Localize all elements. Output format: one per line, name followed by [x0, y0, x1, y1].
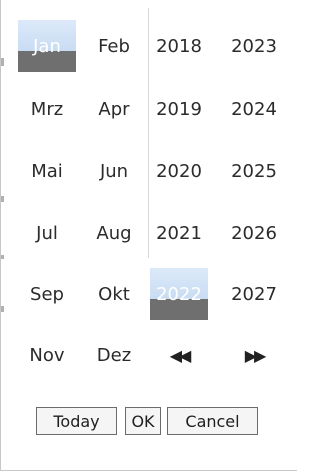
- year-label: 2021: [156, 222, 202, 244]
- month-label: Mai: [31, 160, 63, 182]
- month-label: Apr: [98, 98, 130, 120]
- year-2026[interactable]: 2026: [225, 207, 283, 259]
- month-dez[interactable]: Dez: [85, 329, 143, 381]
- month-label: Jun: [99, 160, 129, 182]
- year-label: 2018: [156, 35, 202, 57]
- today-button[interactable]: Today: [36, 407, 117, 435]
- previous-years-button[interactable]: ◀◀: [150, 329, 208, 381]
- month-label: Jan: [33, 35, 61, 57]
- year-label: 2023: [231, 35, 277, 57]
- month-jun[interactable]: Jun: [85, 145, 143, 197]
- edge-artifact: [1, 255, 4, 259]
- month-label: Jul: [36, 222, 58, 244]
- month-year-picker: Jan Feb Mrz Apr Mai Jun Jul Aug Sep Okt …: [0, 0, 297, 471]
- year-label: 2020: [156, 160, 202, 182]
- month-apr[interactable]: Apr: [85, 83, 143, 135]
- month-year-divider: [148, 8, 149, 258]
- year-2022[interactable]: 2022: [150, 268, 208, 320]
- month-mai[interactable]: Mai: [18, 145, 76, 197]
- year-2020[interactable]: 2020: [150, 145, 208, 197]
- year-2018[interactable]: 2018: [150, 20, 208, 72]
- year-label: 2019: [156, 98, 202, 120]
- month-label: Sep: [30, 283, 64, 305]
- month-aug[interactable]: Aug: [85, 207, 143, 259]
- next-years-button[interactable]: ▶▶: [225, 329, 283, 381]
- month-jul[interactable]: Jul: [18, 207, 76, 259]
- year-label: 2027: [231, 283, 277, 305]
- year-2019[interactable]: 2019: [150, 83, 208, 135]
- month-jan[interactable]: Jan: [18, 20, 76, 72]
- month-sep[interactable]: Sep: [18, 268, 76, 320]
- year-label: 2026: [231, 222, 277, 244]
- edge-artifact: [1, 196, 4, 202]
- edge-artifact: [1, 58, 4, 66]
- month-label: Feb: [98, 35, 130, 57]
- year-2025[interactable]: 2025: [225, 145, 283, 197]
- month-label: Mrz: [30, 98, 64, 120]
- month-label: Nov: [29, 344, 65, 366]
- cancel-button[interactable]: Cancel: [167, 407, 258, 435]
- ok-button[interactable]: OK: [125, 407, 161, 435]
- month-feb[interactable]: Feb: [85, 20, 143, 72]
- year-2023[interactable]: 2023: [225, 20, 283, 72]
- year-2021[interactable]: 2021: [150, 207, 208, 259]
- year-label: 2024: [231, 98, 277, 120]
- month-nov[interactable]: Nov: [18, 329, 76, 381]
- month-label: Aug: [96, 222, 132, 244]
- month-label: Dez: [96, 344, 132, 366]
- double-left-arrow-icon: ◀◀: [169, 345, 192, 365]
- month-okt[interactable]: Okt: [85, 268, 143, 320]
- double-right-arrow-icon: ▶▶: [244, 345, 267, 365]
- month-label: Okt: [98, 283, 130, 305]
- year-label: 2025: [231, 160, 277, 182]
- year-2024[interactable]: 2024: [225, 83, 283, 135]
- year-2027[interactable]: 2027: [225, 268, 283, 320]
- month-mrz[interactable]: Mrz: [18, 83, 76, 135]
- edge-artifact: [1, 306, 4, 312]
- year-label: 2022: [156, 283, 202, 305]
